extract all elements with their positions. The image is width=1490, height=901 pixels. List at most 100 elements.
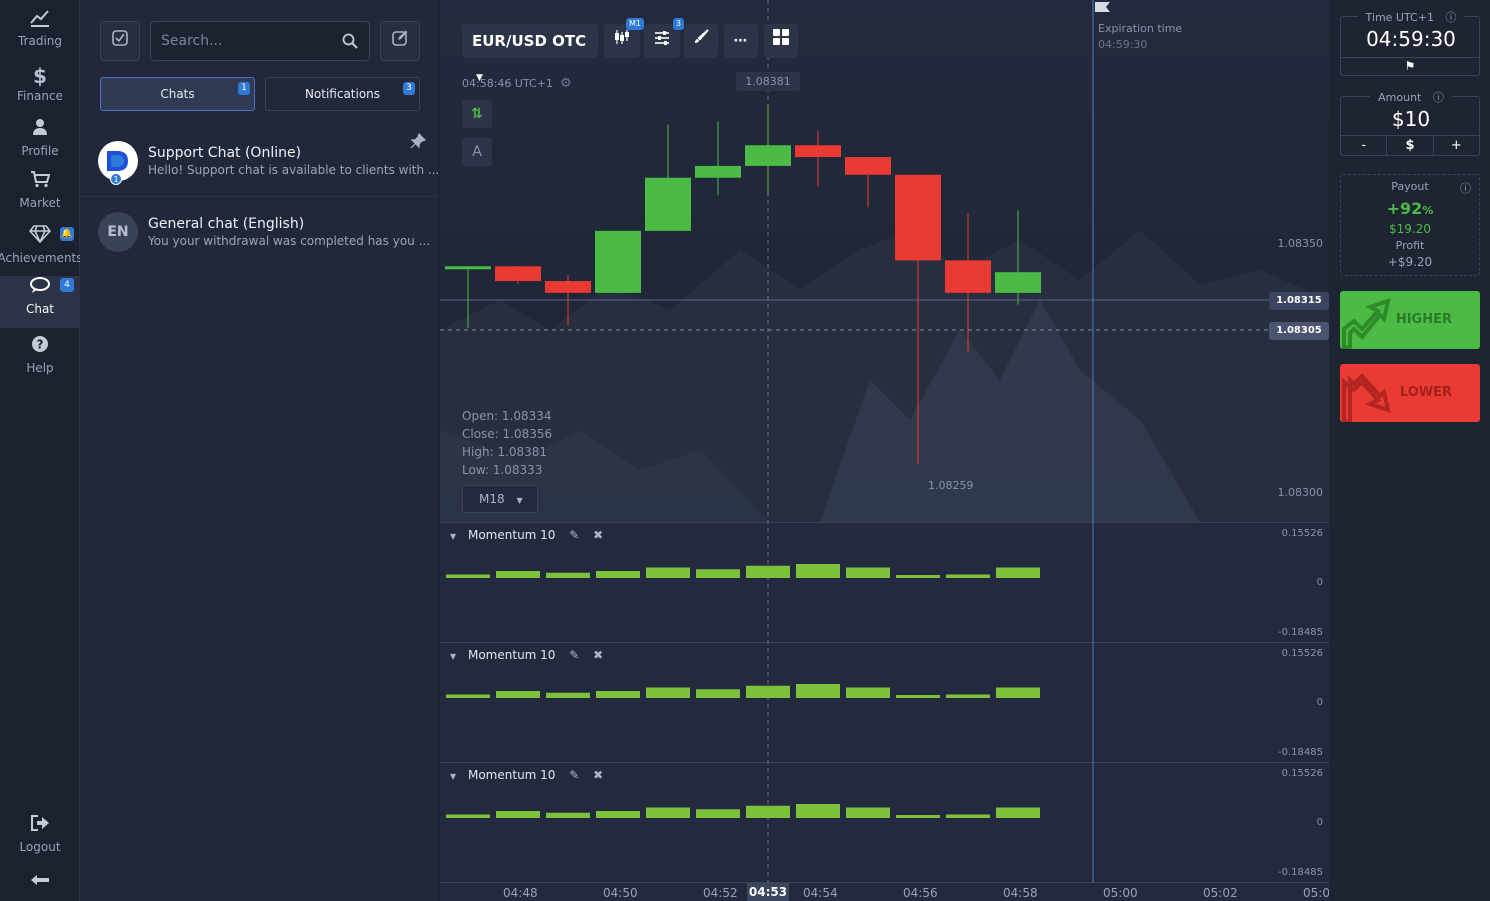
compose-icon bbox=[392, 30, 408, 50]
help-icon[interactable]: ⓘ bbox=[1460, 180, 1471, 196]
momentum-bar bbox=[446, 814, 490, 818]
signals-button[interactable]: ⇅ bbox=[462, 100, 492, 128]
search-input[interactable] bbox=[150, 21, 370, 61]
low-price-label: 1.08259 bbox=[928, 479, 974, 492]
nav-help[interactable]: ? Help bbox=[0, 335, 80, 387]
candle-body bbox=[845, 157, 891, 175]
time-tick: 04:52 bbox=[703, 886, 738, 900]
time-tick: 04:54 bbox=[803, 886, 838, 900]
help-icon[interactable]: ⓘ bbox=[1428, 91, 1448, 104]
nav-chat[interactable]: Chat 4 bbox=[0, 276, 80, 328]
amount-plus-button[interactable]: + bbox=[1434, 136, 1479, 155]
momentum-bar bbox=[646, 807, 690, 818]
avatar: 1 bbox=[98, 141, 138, 185]
chat-item-general[interactable]: EN General chat (English) You your withd… bbox=[80, 198, 438, 268]
dollar-icon: $ bbox=[33, 64, 47, 88]
higher-label: HIGHER bbox=[1395, 312, 1452, 327]
logout-button[interactable]: Logout bbox=[0, 814, 80, 866]
pin-icon[interactable] bbox=[410, 132, 427, 153]
momentum-bar bbox=[696, 809, 740, 818]
close-icon[interactable]: ✖ bbox=[593, 768, 603, 782]
momentum-bar bbox=[796, 564, 840, 578]
period-selector[interactable]: M18 ▼ bbox=[462, 485, 538, 513]
profit-label: Profit bbox=[1395, 239, 1425, 252]
user-icon bbox=[0, 118, 80, 144]
time-field[interactable]: Time UTC+1 ⓘ 04:59:30 ⚑ bbox=[1340, 11, 1480, 76]
indicator-header[interactable]: ▼ Momentum 10 ✎ ✖ bbox=[450, 768, 603, 782]
higher-button[interactable]: HIGHER bbox=[1340, 291, 1480, 349]
indicators-badge: 3 bbox=[672, 18, 684, 30]
pencil-icon[interactable]: ✎ bbox=[569, 528, 579, 542]
mark-read-button[interactable] bbox=[100, 21, 140, 61]
nav-profile[interactable]: Profile bbox=[0, 118, 80, 170]
main-nav: Trading $ Finance Profile Market Achieve… bbox=[0, 0, 83, 901]
amount-value[interactable]: $10 bbox=[1341, 107, 1481, 131]
indicator-max: 0.15526 bbox=[1281, 528, 1323, 539]
close-icon[interactable]: ✖ bbox=[593, 648, 603, 662]
chat-preview: Hello! Support chat is available to clie… bbox=[148, 163, 440, 177]
momentum-bar bbox=[846, 807, 890, 818]
candle-body bbox=[595, 230, 641, 293]
checkbox-icon bbox=[112, 30, 128, 50]
drawing-button[interactable] bbox=[684, 24, 718, 58]
momentum-bar bbox=[696, 689, 740, 698]
grid-icon bbox=[773, 29, 789, 49]
cart-icon bbox=[0, 170, 80, 196]
indicator-zero: 0 bbox=[1316, 817, 1323, 828]
svg-text:?: ? bbox=[37, 338, 44, 352]
nav-finance[interactable]: $ Finance bbox=[0, 63, 80, 115]
currency-button[interactable]: $ bbox=[1387, 136, 1434, 155]
layout-button[interactable] bbox=[764, 24, 798, 58]
chart-type-button[interactable]: M1 bbox=[604, 18, 644, 58]
tab-notifications[interactable]: Notifications 3 bbox=[265, 77, 420, 111]
tab-chats[interactable]: Chats 1 bbox=[100, 77, 255, 111]
gear-icon[interactable]: ⚙ bbox=[560, 76, 572, 91]
nav-label: Logout bbox=[19, 840, 61, 854]
payout-pct-value: +92 bbox=[1386, 199, 1423, 218]
chevron-down-icon[interactable]: ▼ bbox=[450, 652, 456, 661]
help-icon[interactable]: ⓘ bbox=[1441, 11, 1461, 24]
indicator-max: 0.15526 bbox=[1281, 648, 1323, 659]
search-icon[interactable] bbox=[342, 33, 358, 53]
collapse-button[interactable] bbox=[0, 870, 80, 894]
lower-button[interactable]: LOWER bbox=[1340, 364, 1480, 422]
nav-label: Achievements bbox=[0, 251, 83, 265]
indicator-zero: 0 bbox=[1316, 697, 1323, 708]
time-tick: 04:48 bbox=[503, 886, 538, 900]
momentum-bar bbox=[746, 805, 790, 818]
pencil-icon[interactable]: ✎ bbox=[569, 768, 579, 782]
sliders-icon bbox=[654, 31, 670, 49]
amount-minus-button[interactable]: - bbox=[1341, 136, 1388, 155]
momentum-bar bbox=[946, 574, 990, 578]
indicator-header[interactable]: ▼ Momentum 10 ✎ ✖ bbox=[450, 528, 603, 542]
pencil-icon[interactable]: ✎ bbox=[569, 648, 579, 662]
nav-achievements[interactable]: Achievements 🔔 bbox=[0, 225, 83, 277]
candle-body bbox=[795, 145, 841, 158]
chevron-down-icon[interactable]: ▼ bbox=[450, 772, 456, 781]
payout-label: Payout bbox=[1391, 180, 1429, 193]
close-icon[interactable]: ✖ bbox=[593, 528, 603, 542]
momentum-bar bbox=[896, 695, 940, 698]
brush-icon bbox=[693, 29, 709, 49]
chevron-down-icon[interactable]: ▼ bbox=[450, 532, 456, 541]
ohlc-low: Low: 1.08333 bbox=[462, 463, 543, 477]
chart-area[interactable]: EUR/USD OTC ▼ M1 3 ⋯ 04:58:46 UTC+1 ⚙ ⇅ … bbox=[440, 0, 1329, 901]
pair-label: EUR/USD OTC bbox=[472, 32, 587, 50]
more-button[interactable]: ⋯ bbox=[724, 24, 758, 58]
momentum-bar bbox=[446, 694, 490, 698]
new-chat-button[interactable] bbox=[380, 21, 420, 61]
chat-badge: 4 bbox=[60, 278, 74, 292]
tab-badge: 3 bbox=[403, 82, 415, 95]
indicators-button[interactable]: 3 bbox=[644, 18, 684, 58]
nav-market[interactable]: Market bbox=[0, 170, 80, 222]
autoscale-button[interactable]: A bbox=[462, 138, 492, 166]
flag-icon[interactable]: ⚑ bbox=[1341, 57, 1479, 75]
amount-field[interactable]: Amount ⓘ $10 - $ + bbox=[1340, 91, 1481, 156]
momentum-bar bbox=[496, 811, 540, 818]
indicator-header[interactable]: ▼ Momentum 10 ✎ ✖ bbox=[450, 648, 603, 662]
price-chart[interactable] bbox=[440, 0, 1329, 901]
chat-item-support[interactable]: 1 Support Chat (Online) Hello! Support c… bbox=[80, 127, 440, 197]
asset-selector[interactable]: EUR/USD OTC ▼ bbox=[462, 24, 598, 83]
nav-trading[interactable]: Trading bbox=[0, 8, 80, 60]
indicator-name: Momentum 10 bbox=[467, 768, 556, 782]
